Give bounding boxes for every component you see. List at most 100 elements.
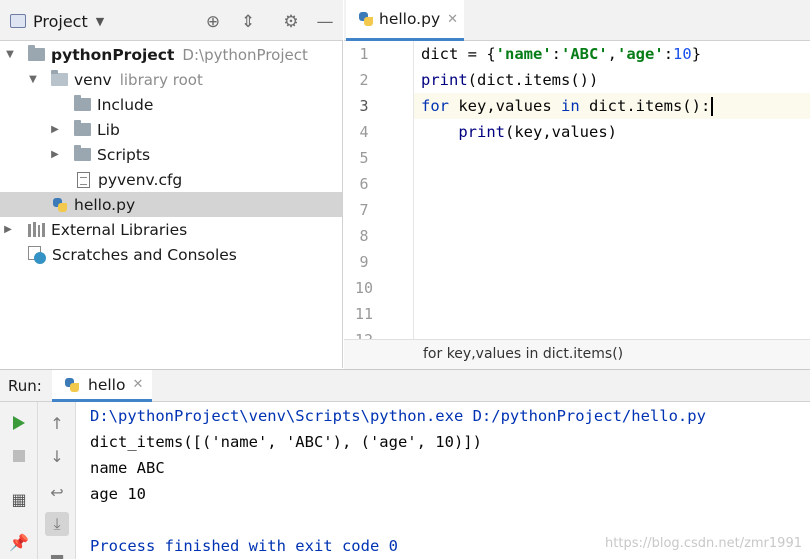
tree-item-label: hello.py [74, 195, 136, 214]
play-icon [13, 416, 25, 430]
layout-button[interactable]: ▦ [7, 487, 31, 511]
run-tab-label: hello [88, 375, 126, 394]
code-line-2[interactable]: print(dict.items()) [421, 67, 598, 93]
stop-icon [13, 450, 25, 462]
line-number: 2 [359, 71, 369, 89]
arrow-down-icon: ↓ [50, 446, 64, 466]
line-number: 9 [359, 253, 369, 271]
console-line: name ABC [90, 459, 165, 477]
folder-icon [74, 145, 91, 161]
collapsed-arrow-icon[interactable]: ▶ [2, 224, 14, 235]
soft-wrap-icon: ↩ [50, 482, 64, 502]
watermark: https://blog.csdn.net/zmr1991 [605, 536, 802, 551]
run-tab-hello[interactable]: hello ✕ [52, 370, 152, 402]
scroll-to-end-button[interactable]: ⤓ [45, 512, 69, 536]
folder-icon [74, 95, 91, 111]
rerun-button[interactable] [7, 411, 31, 435]
project-view-selector[interactable]: Project ▼ [10, 11, 104, 31]
arrow-up-icon: ↑ [50, 413, 64, 433]
print-button[interactable]: ▬ [45, 544, 69, 559]
tab-hello-py[interactable]: hello.py ✕ [346, 0, 464, 41]
minimize-icon[interactable]: — [315, 12, 335, 32]
expanded-arrow-icon[interactable]: ▼ [4, 49, 16, 60]
gear-icon[interactable]: ⚙ [281, 12, 301, 32]
scroll-up-button[interactable]: ↑ [45, 411, 69, 435]
console-line-exit: Process finished with exit code 0 [90, 537, 398, 555]
tree-item-lib[interactable]: ▶ Lib [0, 117, 342, 142]
breadcrumb[interactable]: for key,values in dict.items() [344, 339, 810, 369]
tree-item-label: External Libraries [51, 220, 188, 239]
code-line-4[interactable]: print(key,values) [421, 119, 617, 145]
tree-item-label: Scripts [97, 145, 151, 164]
line-number: 8 [359, 227, 369, 245]
editor-tab-bar: hello.py ✕ [344, 0, 810, 41]
tree-item-label: venv [74, 70, 112, 89]
text-cursor [711, 97, 714, 116]
run-tool-window-header: Run: hello ✕ [0, 369, 810, 402]
scroll-to-end-icon: ⤓ [53, 514, 61, 533]
tab-label: hello.py [379, 10, 441, 28]
line-number: 6 [359, 175, 369, 193]
expanded-arrow-icon[interactable]: ▼ [27, 74, 39, 85]
run-toolbar-secondary: ↑ ↓ ↩ ⤓ ▬ [38, 402, 76, 559]
tree-item-include[interactable]: Include [0, 92, 342, 117]
line-number: 12 [344, 327, 384, 339]
python-file-icon [64, 377, 80, 393]
layout-icon: ▦ [11, 489, 27, 509]
code-editor[interactable]: dict = {'name':'ABC','age':10} print(dic… [415, 41, 810, 339]
line-number-gutter: 1 2 3 4 5 6 7 8 9 10 11 12 [344, 41, 414, 339]
project-tool-window: Project ▼ ⊕ ⇕ ⚙ — ▼ pythonProject D:\pyt… [0, 0, 343, 368]
tree-item-venv[interactable]: ▼ venv library root [0, 67, 342, 92]
config-file-icon [77, 171, 90, 188]
folder-icon [51, 70, 68, 86]
console-line: dict_items([('name', 'ABC'), ('age', 10)… [90, 433, 482, 451]
tree-item-scripts[interactable]: ▶ Scripts [0, 142, 342, 167]
project-title: Project [33, 11, 88, 31]
python-file-icon [52, 197, 68, 213]
collapse-all-icon[interactable]: ⇕ [238, 12, 258, 32]
run-toolbar-primary: ▦ 📌 [0, 402, 38, 559]
locate-target-icon[interactable]: ⊕ [203, 12, 223, 32]
scratches-icon [28, 245, 46, 264]
run-console[interactable]: D:\pythonProject\venv\Scripts\python.exe… [76, 402, 810, 559]
line-number: 11 [354, 305, 374, 323]
tree-item-external-libraries[interactable]: ▶ External Libraries [0, 217, 342, 242]
stop-button[interactable] [7, 444, 31, 468]
print-icon: ▬ [49, 546, 65, 559]
line-number: 5 [359, 149, 369, 167]
console-line: age 10 [90, 485, 146, 503]
run-label: Run: [8, 377, 42, 395]
line-number: 10 [354, 279, 374, 297]
chevron-down-icon[interactable]: ▼ [96, 15, 104, 28]
tree-item-label: pyvenv.cfg [98, 170, 183, 189]
tree-item-detail: library root [119, 70, 203, 89]
line-number: 7 [359, 201, 369, 219]
collapsed-arrow-icon[interactable]: ▶ [49, 124, 61, 135]
python-file-icon [358, 11, 374, 27]
code-line-3[interactable]: for key,values in dict.items(): [421, 93, 714, 119]
breadcrumb-item[interactable]: for key,values in dict.items() [423, 346, 623, 362]
line-number: 1 [359, 45, 369, 63]
close-icon[interactable]: ✕ [132, 377, 143, 392]
project-header: Project ▼ ⊕ ⇕ ⚙ — [0, 0, 343, 41]
console-line-command: D:\pythonProject\venv\Scripts\python.exe… [90, 407, 706, 425]
libraries-icon [28, 222, 45, 237]
tree-item-label: Lib [97, 120, 120, 139]
folder-icon [28, 45, 45, 61]
pin-button[interactable]: 📌 [7, 530, 31, 554]
tree-item-label: Scratches and Consoles [52, 245, 237, 264]
project-window-icon [10, 14, 26, 28]
line-number: 4 [359, 123, 369, 141]
tree-item-pythonproject[interactable]: ▼ pythonProject D:\pythonProject [0, 42, 342, 67]
tree-item-path: D:\pythonProject [182, 45, 308, 64]
tree-item-pyvenv-cfg[interactable]: pyvenv.cfg [0, 167, 342, 192]
pin-icon: 📌 [9, 532, 29, 552]
close-icon[interactable]: ✕ [447, 12, 458, 27]
collapsed-arrow-icon[interactable]: ▶ [49, 149, 61, 160]
scroll-down-button[interactable]: ↓ [45, 444, 69, 468]
tree-item-label: Include [97, 95, 154, 114]
code-line-1[interactable]: dict = {'name':'ABC','age':10} [421, 41, 701, 67]
soft-wrap-button[interactable]: ↩ [45, 480, 69, 504]
tree-item-scratches[interactable]: Scratches and Consoles [0, 242, 342, 267]
tree-item-hello-py[interactable]: hello.py [0, 192, 342, 217]
